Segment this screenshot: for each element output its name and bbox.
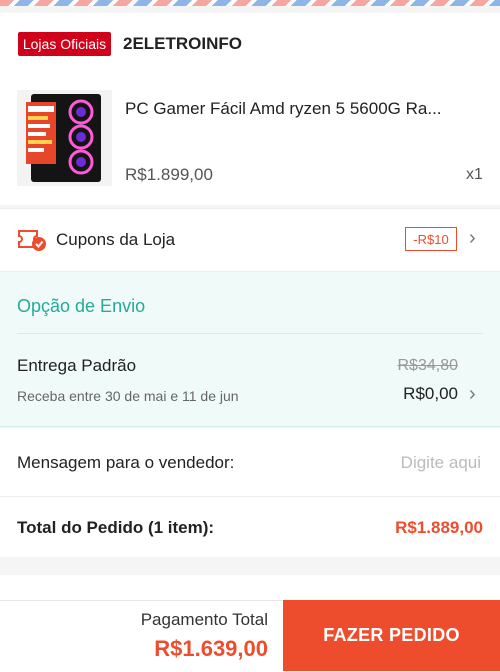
delivery-window: Receba entre 30 de mai e 11 de jun (17, 388, 239, 404)
store-coupons-label: Cupons da Loja (56, 230, 176, 249)
chevron-right-icon[interactable]: › (469, 382, 476, 406)
shipping-price: R$0,00 (403, 384, 458, 403)
shipping-section-title: Opção de Envio (17, 296, 146, 316)
product-price: R$1.899,00 (125, 165, 213, 184)
pc-case-image (17, 90, 112, 186)
product-title[interactable]: PC Gamer Fácil Amd ryzen 5 5600G Ra... (125, 97, 475, 121)
place-order-button[interactable]: FAZER PEDIDO (283, 600, 500, 671)
next-section-card (0, 575, 500, 601)
payment-total-value: R$1.639,00 (154, 636, 268, 661)
shipping-divider (17, 333, 483, 334)
coupon-discount-tag[interactable]: -R$10 (405, 227, 457, 251)
shipping-method: Entrega Padrão (17, 356, 137, 375)
official-store-badge: Lojas Oficiais (18, 32, 111, 56)
voucher-icon (18, 230, 46, 251)
product-quantity: x1 (466, 166, 483, 183)
seller-message-input[interactable] (299, 449, 483, 477)
address-border-stripe (0, 0, 500, 6)
chevron-right-icon[interactable]: › (469, 226, 476, 250)
order-total-value: R$1.889,00 (395, 518, 483, 537)
product-thumbnail[interactable] (17, 90, 112, 186)
seller-message-label: Mensagem para o vendedor: (17, 453, 235, 472)
shipping-original-price: R$34,80 (397, 357, 459, 374)
payment-total-label: Pagamento Total (140, 610, 268, 629)
order-total-label: Total do Pedido (1 item): (17, 518, 215, 537)
shop-name[interactable]: 2ELETROINFO (123, 32, 242, 56)
